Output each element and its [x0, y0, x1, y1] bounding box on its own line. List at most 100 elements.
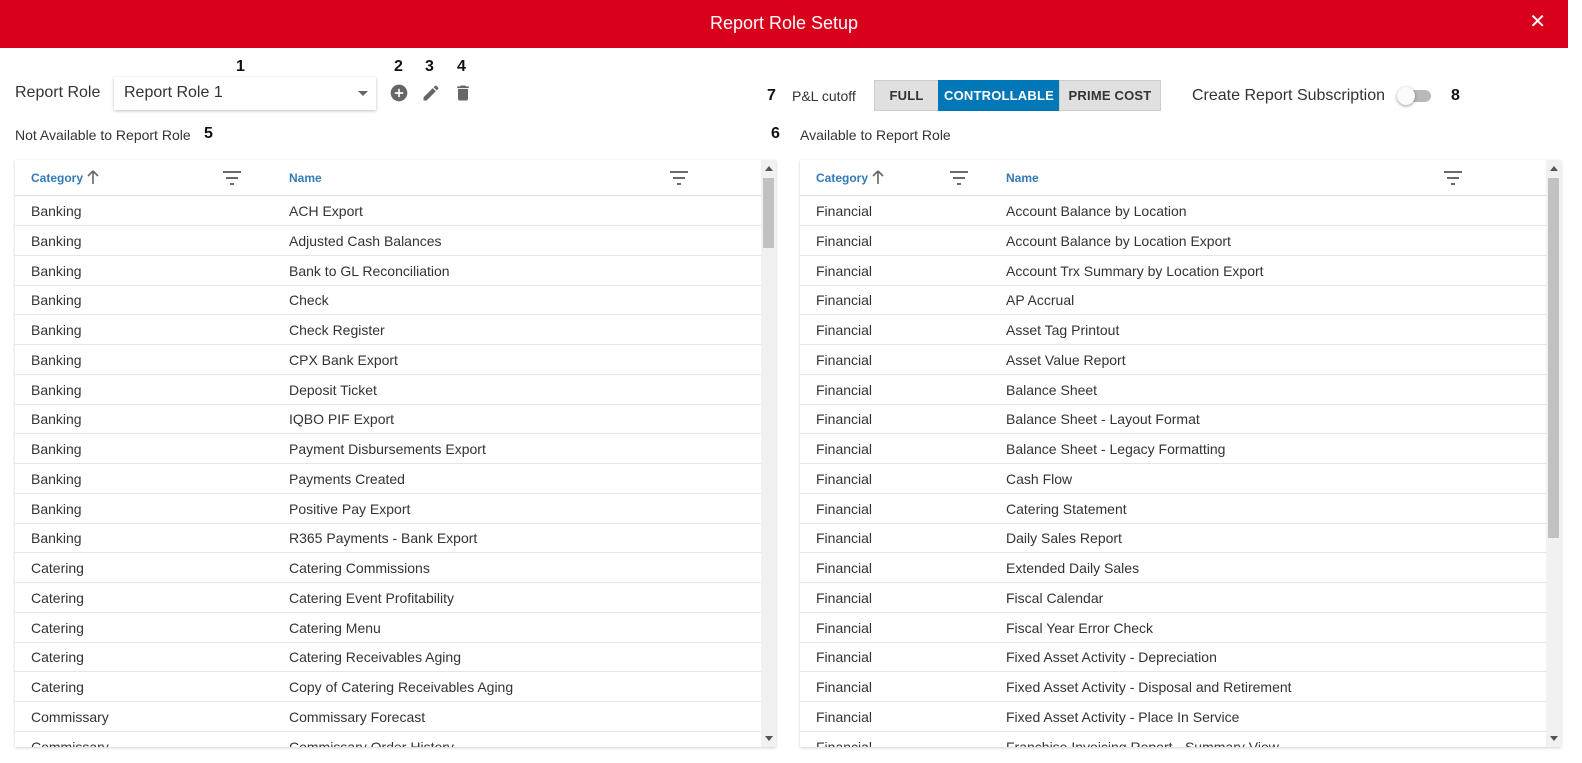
table-row[interactable]: Banking Check: [15, 285, 761, 316]
table-row[interactable]: Financial Balance Sheet - Layout Format: [800, 404, 1546, 435]
table-row[interactable]: Financial Account Balance by Location: [800, 196, 1546, 226]
category-cell: Banking: [31, 500, 82, 517]
table-row[interactable]: Financial Asset Tag Printout: [800, 315, 1546, 345]
scrollbar-thumb[interactable]: [763, 178, 774, 248]
table-row[interactable]: Financial Fiscal Calendar: [800, 583, 1546, 613]
create-subscription-toggle[interactable]: [1397, 87, 1433, 105]
table-row[interactable]: Banking R365 Payments - Bank Export: [15, 523, 761, 554]
scroll-down-arrow[interactable]: [765, 736, 773, 741]
name-cell: R365 Payments - Bank Export: [289, 530, 478, 547]
category-cell: Financial: [816, 649, 873, 666]
category-cell: Financial: [816, 738, 873, 748]
table-row[interactable]: Banking Payments Created: [15, 464, 761, 494]
plus-circle-icon[interactable]: [389, 83, 409, 103]
category-cell: Financial: [816, 530, 873, 547]
table-row[interactable]: Financial Account Trx Summary by Location…: [800, 256, 1546, 286]
table-row[interactable]: Financial Balance Sheet - Legacy Formatti…: [800, 434, 1546, 464]
table-row[interactable]: Banking CPX Bank Export: [15, 345, 761, 375]
table-row[interactable]: Financial Fiscal Year Error Check: [800, 613, 1546, 643]
table-row[interactable]: Banking Bank to GL Reconciliation: [15, 256, 761, 286]
scroll-down-arrow[interactable]: [1550, 736, 1558, 741]
scroll-up-arrow[interactable]: [765, 166, 773, 171]
name-cell: Cash Flow: [1006, 470, 1073, 487]
report-role-label: Report Role: [15, 84, 101, 101]
category-cell: Catering: [31, 679, 84, 695]
table-row[interactable]: Catering Catering Menu: [15, 613, 761, 643]
name-cell: Positive Pay Export: [289, 500, 411, 517]
close-icon[interactable]: ✕: [1529, 11, 1546, 33]
table-row[interactable]: Financial Extended Daily Sales: [800, 553, 1546, 583]
table-row[interactable]: Catering Catering Receivables Aging: [15, 642, 761, 673]
table-row[interactable]: Banking Payment Disbursements Export: [15, 434, 761, 464]
pl-cutoff-full-button[interactable]: FULL: [874, 80, 939, 111]
category-cell: Financial: [816, 679, 873, 695]
name-cell: Deposit Ticket: [289, 381, 377, 398]
table-row[interactable]: Banking Positive Pay Export: [15, 494, 761, 524]
category-cell: Catering: [31, 619, 84, 636]
table-row[interactable]: Commissary Commissary Forecast: [15, 702, 761, 732]
pl-cutoff-controllable-button[interactable]: CONTROLLABLE: [938, 80, 1060, 111]
table-row[interactable]: Banking IQBO PIF Export: [15, 404, 761, 435]
table-row[interactable]: Banking ACH Export: [15, 196, 761, 226]
report-role-select[interactable]: Report Role 1: [114, 77, 376, 110]
name-filter-icon[interactable]: [1443, 170, 1463, 186]
category-cell: Catering: [31, 649, 84, 666]
category-filter-icon[interactable]: [222, 170, 242, 186]
table-row[interactable]: Financial Franchise Invoicing Report - Su…: [800, 732, 1546, 748]
table-row[interactable]: Catering Copy of Catering Receivables Agi…: [15, 672, 761, 702]
table-row[interactable]: Financial AP Accrual: [800, 285, 1546, 316]
scroll-up-arrow[interactable]: [1550, 166, 1558, 171]
not-available-scrollbar[interactable]: [761, 160, 776, 747]
category-cell: Financial: [816, 619, 873, 636]
window-title: Report Role Setup: [709, 13, 859, 33]
table-row[interactable]: Financial Fixed Asset Activity - Place In…: [800, 702, 1546, 732]
category-cell: Financial: [816, 322, 873, 338]
table-row[interactable]: Financial Daily Sales Report: [800, 523, 1546, 554]
name-cell: Fiscal Calendar: [1006, 589, 1104, 606]
table-row[interactable]: Banking Adjusted Cash Balances: [15, 226, 761, 256]
name-cell: Catering Menu: [289, 619, 381, 636]
toggle-knob: [1397, 87, 1415, 105]
table-row[interactable]: Financial Asset Value Report: [800, 345, 1546, 375]
pl-cutoff-prime-cost-button[interactable]: PRIME COST: [1059, 80, 1161, 111]
table-row[interactable]: Financial Account Balance by Location Exp…: [800, 226, 1546, 256]
table-row[interactable]: Banking Deposit Ticket: [15, 375, 761, 405]
table-row[interactable]: Catering Catering Commissions: [15, 553, 761, 583]
category-column-header[interactable]: Category: [816, 171, 868, 185]
category-cell: Banking: [31, 322, 82, 338]
name-column-header[interactable]: Name: [289, 171, 322, 185]
available-scrollbar[interactable]: [1546, 160, 1561, 747]
category-cell: Banking: [31, 292, 82, 309]
table-row[interactable]: Financial Balance Sheet: [800, 375, 1546, 405]
name-cell: Check Register: [289, 322, 385, 338]
category-cell: Banking: [31, 441, 82, 457]
name-cell: Commissary Forecast: [289, 708, 426, 725]
name-cell: Balance Sheet: [1006, 381, 1098, 398]
table-row[interactable]: Catering Catering Event Profitability: [15, 583, 761, 613]
category-column-header[interactable]: Category: [31, 171, 83, 185]
name-filter-icon[interactable]: [669, 170, 689, 186]
category-cell: Financial: [816, 203, 873, 219]
sort-ascending-icon[interactable]: [86, 169, 100, 185]
name-cell: Bank to GL Reconciliation: [289, 262, 450, 279]
name-cell: Adjusted Cash Balances: [289, 232, 442, 249]
table-row[interactable]: Financial Fixed Asset Activity - Deprecia…: [800, 642, 1546, 673]
category-cell: Banking: [31, 411, 82, 428]
table-row[interactable]: Financial Fixed Asset Activity - Disposal…: [800, 672, 1546, 702]
table-row[interactable]: Financial Cash Flow: [800, 464, 1546, 494]
table-row[interactable]: Banking Check Register: [15, 315, 761, 345]
trash-icon[interactable]: [453, 83, 473, 103]
name-column-header[interactable]: Name: [1006, 171, 1039, 185]
scrollbar-thumb[interactable]: [1548, 178, 1559, 538]
available-grid: Category Name Financial Account Balance b…: [800, 160, 1561, 747]
name-cell: Asset Value Report: [1006, 351, 1126, 368]
pencil-icon[interactable]: [421, 83, 441, 103]
sort-ascending-icon[interactable]: [871, 169, 885, 185]
category-filter-icon[interactable]: [949, 170, 969, 186]
category-cell: Banking: [31, 470, 82, 487]
table-row[interactable]: Financial Catering Statement: [800, 494, 1546, 524]
table-row[interactable]: Commissary Commissary Order History: [15, 732, 761, 748]
category-cell: Financial: [816, 708, 873, 725]
callout-7: 7: [767, 87, 776, 104]
category-cell: Financial: [816, 441, 873, 457]
